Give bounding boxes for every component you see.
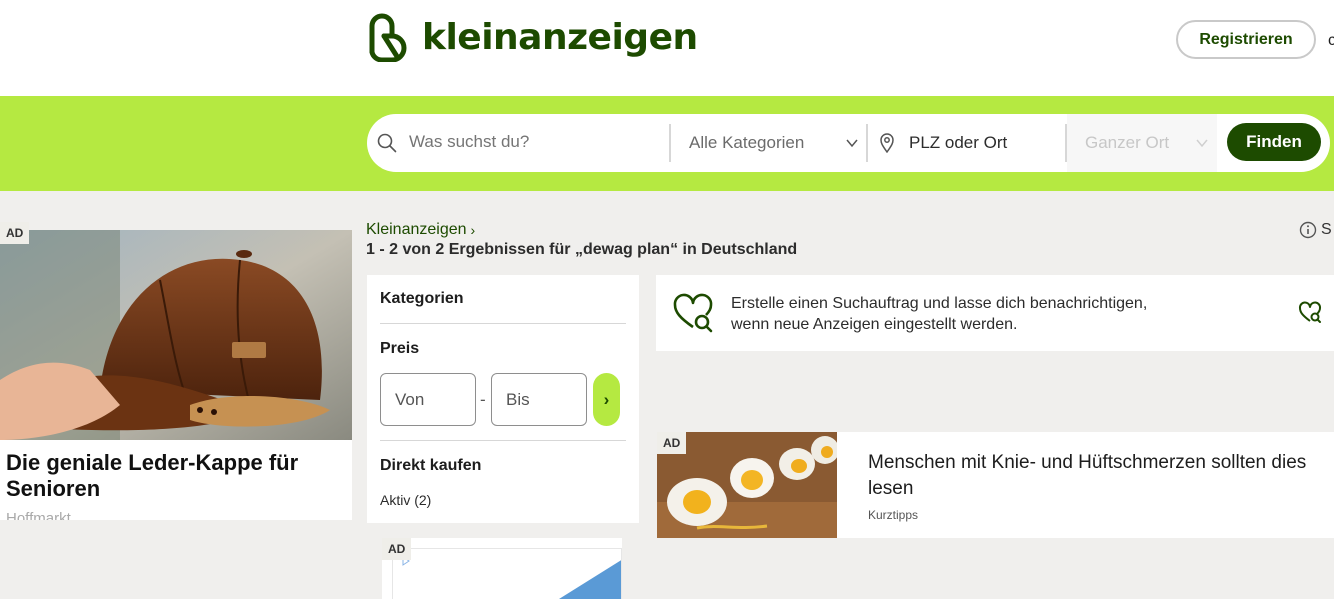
save-search-heart-icon[interactable] bbox=[1298, 301, 1322, 325]
filter-heading-categories[interactable]: Kategorien bbox=[380, 290, 464, 308]
search-icon bbox=[377, 133, 397, 153]
small-ad-card[interactable]: AD bbox=[382, 538, 622, 599]
login-link-cut[interactable]: c bbox=[1328, 32, 1334, 50]
filter-heading-direct-buy: Direkt kaufen bbox=[380, 457, 482, 474]
price-from-input[interactable]: Von bbox=[380, 373, 476, 426]
radius-label: Ganzer Ort bbox=[1085, 133, 1170, 152]
sponsored-article-card[interactable]: AD Menschen mit Knie- und Hüftschmerzen … bbox=[657, 432, 1334, 538]
leather-cap-illustration bbox=[0, 230, 352, 440]
price-dash: - bbox=[480, 390, 486, 409]
site-logo[interactable]: kleinanzeigen bbox=[364, 12, 698, 62]
ad-title[interactable]: Die geniale Leder-Kappe für Senioren bbox=[6, 450, 346, 502]
chevron-right-icon: › bbox=[470, 222, 476, 238]
price-apply-button[interactable]: › bbox=[593, 373, 620, 426]
article-source: Kurztipps bbox=[868, 508, 919, 522]
logo-mark-icon bbox=[369, 13, 407, 62]
save-search-text-line: Erstelle einen Suchauftrag und lasse dic… bbox=[731, 295, 1148, 312]
save-search-banner: Erstelle einen Suchauftrag und lasse dic… bbox=[656, 275, 1334, 351]
logo-text: kleinanzeigen bbox=[422, 16, 698, 58]
filter-heading-price: Preis bbox=[380, 340, 420, 357]
article-title[interactable]: Menschen mit Knie- und Hüftschmerzen sol… bbox=[868, 450, 1328, 502]
category-select[interactable]: Alle Kategorien bbox=[689, 133, 804, 153]
filter-option-active[interactable]: Aktiv (2) bbox=[380, 492, 431, 508]
save-search-text: Erstelle einen Suchauftrag und lasse dic… bbox=[731, 293, 1201, 335]
ad-badge: AD bbox=[657, 432, 687, 454]
results-heading: 1 - 2 von 2 Ergebnissen für „dewag plan“… bbox=[366, 241, 798, 258]
info-link-label: S bbox=[1321, 221, 1332, 238]
search-band: Alle Kategorien PLZ oder Ort Ganzer Ort … bbox=[0, 96, 1334, 191]
price-to-input[interactable]: Bis bbox=[491, 373, 587, 426]
small-ad-image[interactable] bbox=[392, 548, 622, 599]
save-search-text-line: wenn neue Anzeigen eingestellt werden. bbox=[731, 316, 1018, 333]
radius-select[interactable]: Ganzer Ort bbox=[1067, 114, 1217, 172]
info-link[interactable]: S bbox=[1299, 221, 1332, 239]
ad-image-leather-cap[interactable] bbox=[0, 230, 352, 440]
divider bbox=[380, 323, 626, 324]
search-input[interactable] bbox=[409, 132, 659, 152]
site-header: kleinanzeigen Registrieren c bbox=[0, 0, 1334, 96]
info-icon bbox=[1299, 221, 1317, 239]
find-button[interactable]: Finden bbox=[1227, 123, 1321, 161]
divider bbox=[669, 124, 671, 162]
breadcrumb-home-link[interactable]: Kleinanzeigen bbox=[366, 221, 467, 239]
filter-panel: Kategorien Preis Von - Bis › Direkt kauf… bbox=[367, 275, 639, 523]
small-ad-graphic bbox=[402, 556, 621, 599]
chevron-down-icon[interactable] bbox=[845, 136, 859, 150]
register-button[interactable]: Registrieren bbox=[1176, 20, 1316, 59]
search-box: Alle Kategorien PLZ oder Ort Ganzer Ort … bbox=[367, 114, 1330, 172]
heart-search-icon bbox=[673, 293, 713, 333]
divider bbox=[380, 440, 626, 441]
ad-badge: AD bbox=[0, 222, 30, 244]
ad-badge: AD bbox=[382, 538, 412, 560]
ad-source: Hoffmarkt bbox=[6, 510, 71, 520]
location-input[interactable]: PLZ oder Ort bbox=[909, 133, 1007, 153]
location-pin-icon bbox=[880, 133, 894, 153]
divider bbox=[866, 124, 868, 162]
chevron-down-icon bbox=[1196, 139, 1208, 148]
breadcrumb: Kleinanzeigen › bbox=[366, 221, 475, 239]
left-ad-card[interactable]: AD Die geniale Leder-Kappe für Senioren … bbox=[0, 222, 352, 520]
